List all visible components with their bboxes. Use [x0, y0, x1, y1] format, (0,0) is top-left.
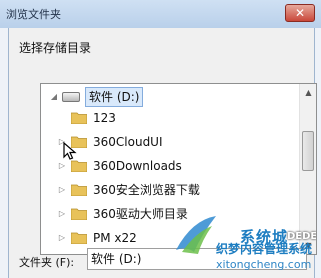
- tree-node-label: 360Downloads: [93, 159, 182, 173]
- expand-icon[interactable]: ▷: [57, 228, 67, 248]
- tree-node-label: 360CloudUI: [93, 135, 163, 149]
- mouse-cursor-icon: [63, 142, 77, 160]
- tree-node-label: 360安全浏览器下载: [93, 183, 200, 197]
- expand-icon[interactable]: ▷: [57, 180, 67, 200]
- close-button[interactable]: ✕: [285, 4, 315, 22]
- scroll-thumb[interactable]: [302, 131, 314, 171]
- site-logo-icon: [176, 216, 216, 254]
- folder-field-label: 文件夹 (F):: [19, 256, 75, 269]
- folder-icon: [71, 232, 87, 244]
- title-bar: 浏览文件夹 ✕: [0, 0, 321, 28]
- folder-icon: [71, 112, 87, 124]
- scroll-up-icon[interactable]: ▲: [300, 84, 316, 101]
- folder-icon: [71, 160, 87, 172]
- tree-node-label: 123: [93, 111, 116, 125]
- select-directory-prompt: 选择存储目录: [19, 41, 92, 55]
- drive-icon: [62, 92, 80, 102]
- collapse-icon[interactable]: ◢: [49, 87, 59, 107]
- watermark-url: xitongcheng.com: [216, 258, 312, 271]
- tree-node-label: 软件 (D:): [85, 87, 144, 107]
- folder-icon: [71, 208, 87, 220]
- watermark-title: 织梦内容管理系统: [216, 242, 313, 256]
- folder-icon: [71, 184, 87, 196]
- vertical-scrollbar[interactable]: ▲ ▼: [299, 84, 316, 254]
- expand-icon[interactable]: ▷: [57, 204, 67, 224]
- dialog-title: 浏览文件夹: [6, 8, 61, 21]
- tree-node-label: PM x22: [93, 231, 137, 245]
- browse-folder-dialog: 浏览文件夹 ✕ 选择存储目录 ◢ 软件 (D:) 123 ▷ 360CloudU…: [0, 0, 321, 278]
